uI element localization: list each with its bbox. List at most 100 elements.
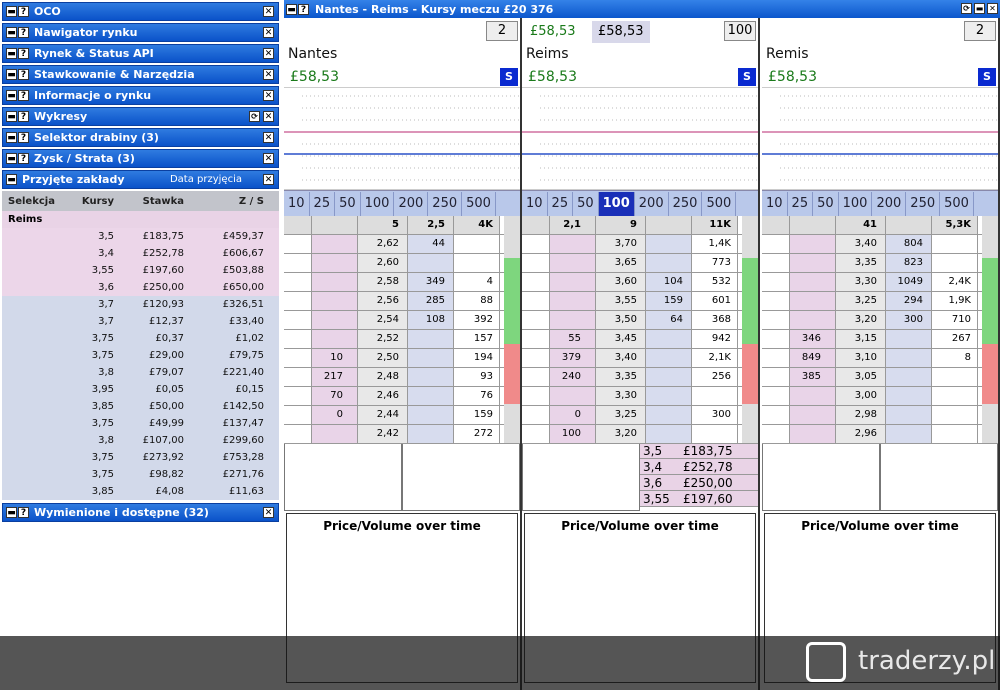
help-icon[interactable]: ? bbox=[18, 507, 29, 518]
back-volume-cell[interactable]: 100 bbox=[550, 425, 596, 443]
lay-volume-cell[interactable]: 349 bbox=[408, 273, 454, 291]
close-icon[interactable]: ✕ bbox=[263, 6, 274, 17]
price-cell[interactable]: 3,10 bbox=[836, 349, 886, 367]
stake-option[interactable]: 100 bbox=[361, 191, 395, 216]
price-cell[interactable]: 2,56 bbox=[358, 292, 408, 310]
ladder-scrollbar[interactable] bbox=[982, 216, 998, 443]
back-volume-cell[interactable]: 0 bbox=[312, 406, 358, 424]
lay-price-box[interactable]: £58,53 bbox=[592, 21, 650, 43]
ladder-pl-cell[interactable] bbox=[762, 368, 790, 386]
back-volume-cell[interactable]: 55 bbox=[550, 330, 596, 348]
table-row[interactable]: 3,6 £250,00 £650,00 bbox=[2, 279, 279, 296]
back-volume-cell[interactable]: 70 bbox=[312, 387, 358, 405]
panel-header-1[interactable]: ▬? Nawigator rynku ✕ bbox=[2, 23, 279, 42]
back-volume-cell[interactable]: 346 bbox=[790, 330, 836, 348]
help-icon[interactable]: ? bbox=[18, 69, 29, 80]
help-icon[interactable]: ? bbox=[18, 48, 29, 59]
panel-header-accepted-bets[interactable]: ▬ Przyjęte zakłady Data przyjęcia ✕ bbox=[2, 170, 279, 189]
price-cell[interactable]: 2,60 bbox=[358, 254, 408, 272]
back-volume-cell[interactable] bbox=[312, 425, 358, 443]
price-cell[interactable]: 3,65 bbox=[596, 254, 646, 272]
back-volume-cell[interactable] bbox=[312, 273, 358, 291]
ladder-pl-cell[interactable] bbox=[522, 406, 550, 424]
close-icon[interactable]: ✕ bbox=[263, 111, 274, 122]
ladder-pl-cell[interactable] bbox=[522, 330, 550, 348]
lay-volume-cell[interactable] bbox=[646, 387, 692, 405]
help-icon[interactable]: ? bbox=[18, 6, 29, 17]
ladder-pl-cell[interactable] bbox=[284, 349, 312, 367]
ladder-pl-cell[interactable] bbox=[284, 368, 312, 386]
stake-option[interactable]: 100 bbox=[839, 191, 873, 216]
ladder-pl-cell[interactable] bbox=[522, 273, 550, 291]
help-icon[interactable]: ? bbox=[18, 90, 29, 101]
ladder-pl-cell[interactable] bbox=[284, 406, 312, 424]
ladder-pl-cell[interactable] bbox=[762, 406, 790, 424]
lay-volume-cell[interactable]: 823 bbox=[886, 254, 932, 272]
stake-option[interactable]: 50 bbox=[813, 191, 839, 216]
back-volume-cell[interactable] bbox=[790, 235, 836, 253]
close-icon[interactable]: ✕ bbox=[987, 3, 998, 14]
table-row[interactable]: 3,85 £4,08 £11,63 bbox=[2, 483, 279, 500]
lay-volume-cell[interactable] bbox=[646, 406, 692, 424]
lay-volume-cell[interactable]: 1049 bbox=[886, 273, 932, 291]
stake-option[interactable]: 25 bbox=[788, 191, 814, 216]
back-volume-cell[interactable]: 849 bbox=[790, 349, 836, 367]
ladder-pl-cell[interactable] bbox=[522, 311, 550, 329]
stake-option[interactable]: 250 bbox=[669, 191, 703, 216]
collapse-icon[interactable]: ▬ bbox=[6, 132, 17, 143]
price-cell[interactable]: 3,30 bbox=[836, 273, 886, 291]
collapse-icon[interactable]: ▬ bbox=[6, 90, 17, 101]
back-volume-cell[interactable] bbox=[790, 406, 836, 424]
stake-option[interactable]: 500 bbox=[702, 191, 737, 216]
ladder-pl-cell[interactable] bbox=[284, 273, 312, 291]
lay-volume-cell[interactable] bbox=[408, 368, 454, 386]
header-selection[interactable]: Selekcja bbox=[2, 196, 74, 207]
ladder-pl-cell[interactable] bbox=[762, 254, 790, 272]
lay-volume-cell[interactable] bbox=[886, 425, 932, 443]
price-cell[interactable]: 3,45 bbox=[596, 330, 646, 348]
stake-option[interactable]: 200 bbox=[394, 191, 429, 216]
price-cell[interactable]: 3,60 bbox=[596, 273, 646, 291]
lay-volume-cell[interactable] bbox=[408, 349, 454, 367]
stake-option[interactable]: 500 bbox=[940, 191, 974, 216]
close-icon[interactable]: ✕ bbox=[263, 69, 274, 80]
table-row[interactable]: 3,7 £120,93 £326,51 bbox=[2, 296, 279, 313]
price-cell[interactable]: 3,40 bbox=[596, 349, 646, 367]
table-row[interactable]: 3,75 £273,92 £753,28 bbox=[2, 449, 279, 466]
ladder-pl-cell[interactable] bbox=[762, 311, 790, 329]
back-volume-cell[interactable]: 217 bbox=[312, 368, 358, 386]
back-volume-cell[interactable] bbox=[790, 273, 836, 291]
close-icon[interactable]: ✕ bbox=[263, 153, 274, 164]
help-icon[interactable]: ? bbox=[18, 153, 29, 164]
back-volume-cell[interactable]: 240 bbox=[550, 368, 596, 386]
price-cell[interactable]: 2,48 bbox=[358, 368, 408, 386]
stake-option[interactable]: 10 bbox=[762, 191, 788, 216]
stake-quantity[interactable]: 2 bbox=[486, 21, 518, 41]
header-pl[interactable]: Z / S bbox=[184, 196, 264, 207]
stake-option[interactable]: 25 bbox=[548, 191, 574, 216]
lay-volume-cell[interactable]: 108 bbox=[408, 311, 454, 329]
back-volume-cell[interactable] bbox=[312, 330, 358, 348]
stake-option[interactable]: 10 bbox=[522, 191, 548, 216]
lay-volume-cell[interactable]: 104 bbox=[646, 273, 692, 291]
ladder-pl-cell[interactable] bbox=[522, 235, 550, 253]
table-row[interactable]: 3,4 £252,78 £606,67 bbox=[2, 245, 279, 262]
panel-header-2[interactable]: ▬? Rynek & Status API ✕ bbox=[2, 44, 279, 63]
price-cell[interactable]: 3,25 bbox=[836, 292, 886, 310]
panel-header-6[interactable]: ▬? Selektor drabiny (3) ✕ bbox=[2, 128, 279, 147]
price-cell[interactable]: 3,20 bbox=[596, 425, 646, 443]
price-cell[interactable]: 3,70 bbox=[596, 235, 646, 253]
back-volume-cell[interactable] bbox=[312, 235, 358, 253]
ladder-pl-cell[interactable] bbox=[522, 292, 550, 310]
back-volume-cell[interactable] bbox=[790, 425, 836, 443]
stake-option[interactable]: 250 bbox=[428, 191, 463, 216]
header-odds[interactable]: Kursy bbox=[74, 196, 114, 207]
s-button[interactable]: S bbox=[738, 68, 756, 86]
table-row[interactable]: 3,8 £79,07 £221,40 bbox=[2, 364, 279, 381]
ladder-pl-cell[interactable] bbox=[284, 387, 312, 405]
panel-header-matched[interactable]: ▬ ? Wymienione i dostępne (32) ✕ bbox=[2, 503, 279, 522]
lay-volume-cell[interactable]: 64 bbox=[646, 311, 692, 329]
collapse-icon[interactable]: ▬ bbox=[6, 507, 17, 518]
table-row[interactable]: 3,95 £0,05 £0,15 bbox=[2, 381, 279, 398]
stake-quantity[interactable]: 2 bbox=[964, 21, 996, 41]
